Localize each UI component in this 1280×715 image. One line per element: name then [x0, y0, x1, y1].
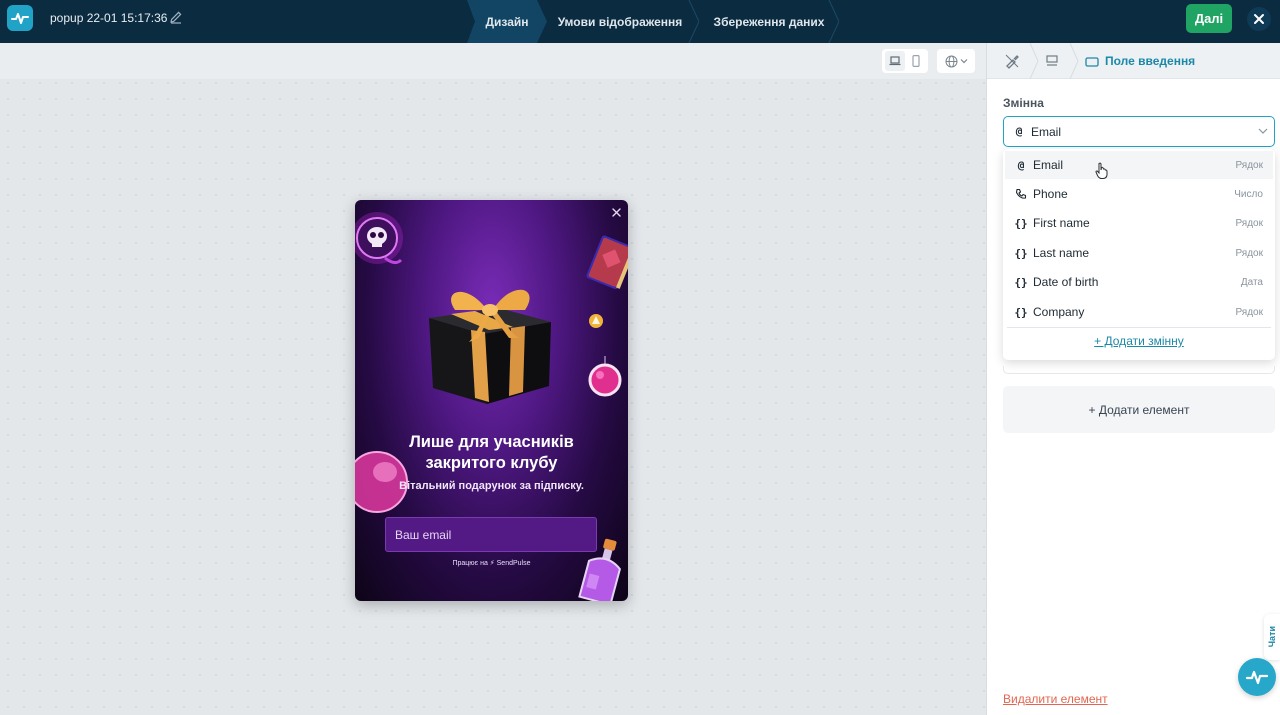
- chats-tab[interactable]: Чати: [1264, 614, 1280, 660]
- popup-heading-line1: Лише для учасників: [409, 433, 574, 451]
- step-display-conditions-label: Умови відображення: [557, 14, 683, 29]
- next-button[interactable]: Далі: [1186, 4, 1232, 33]
- option-label: First name: [1033, 216, 1090, 230]
- step-data-saving-label: Збереження даних: [713, 14, 825, 29]
- canvas-toolbar: [0, 43, 986, 79]
- device-switcher: [882, 49, 928, 73]
- option-email[interactable]: @ Email Рядок: [1005, 151, 1273, 179]
- laptop-icon: [889, 56, 901, 66]
- option-first-name[interactable]: {} First name Рядок: [1005, 209, 1273, 237]
- variable-label: Змінна: [1003, 96, 1044, 110]
- add-element-button[interactable]: + Додати елемент: [1003, 386, 1275, 433]
- popup-heading: Лише для учасників закритого клубу: [375, 432, 608, 474]
- variable-select[interactable]: @ Email: [1003, 116, 1275, 147]
- hand-cursor-icon: [1095, 162, 1108, 179]
- skull-orb-icon: [355, 212, 403, 265]
- option-type: Дата: [1240, 276, 1263, 288]
- option-label: Phone: [1033, 187, 1068, 201]
- option-company[interactable]: {} Company Рядок: [1005, 298, 1273, 326]
- variable-dropdown: @ Email Рядок Phone Число {} First name …: [1003, 149, 1275, 360]
- brush-icon[interactable]: [1004, 53, 1020, 69]
- option-last-name[interactable]: {} Last name Рядок: [1005, 239, 1273, 267]
- language-switcher[interactable]: [937, 49, 975, 73]
- step-display-conditions[interactable]: Умови відображення: [541, 0, 699, 43]
- close-editor-button[interactable]: [1247, 7, 1271, 31]
- popup-close-button[interactable]: [608, 204, 624, 220]
- panel-breadcrumb: Поле введення: [987, 43, 1280, 79]
- pulse-icon: [11, 13, 29, 24]
- add-variable-link[interactable]: + Додати змінну: [1003, 334, 1275, 348]
- at-icon: @: [1017, 158, 1025, 172]
- desktop-view-button[interactable]: [885, 51, 905, 71]
- variable-select-value: Email: [1031, 124, 1062, 139]
- phone-icon: [1014, 187, 1028, 201]
- braces-icon: {}: [1014, 216, 1028, 230]
- panel-title: Поле введення: [1105, 54, 1196, 68]
- popup-heading-line2: закритого клубу: [425, 454, 558, 472]
- hidden-settings-box: [1003, 366, 1275, 374]
- braces-icon: {}: [1014, 305, 1028, 319]
- popup-email-input[interactable]: Ваш email: [385, 517, 597, 552]
- sendpulse-logo[interactable]: [7, 5, 33, 31]
- coin-icon: [589, 314, 603, 328]
- globe-icon: [945, 55, 957, 67]
- option-type: Рядок: [1235, 247, 1263, 259]
- at-icon: @: [1015, 125, 1023, 138]
- option-type: Рядок: [1235, 217, 1263, 229]
- input-field-icon: [1085, 57, 1099, 67]
- option-label: Date of birth: [1033, 275, 1099, 289]
- step-design-label: Дизайн: [485, 14, 529, 29]
- option-type: Число: [1234, 188, 1263, 200]
- form-icon[interactable]: [1044, 53, 1060, 69]
- step-design[interactable]: Дизайн: [467, 0, 547, 43]
- gift-box-icon: [429, 289, 551, 404]
- step-data-saving[interactable]: Збереження даних: [699, 0, 839, 43]
- top-bar: popup 22-01 15:17:36 Дизайн Умови відобр…: [0, 0, 1280, 43]
- mobile-view-button[interactable]: [906, 51, 926, 71]
- popup-subtitle: Вітальний подарунок за підписку.: [399, 480, 584, 492]
- chevron-down-icon: [1258, 128, 1268, 134]
- option-type: Рядок: [1235, 306, 1263, 318]
- pulse-icon: [1246, 670, 1268, 685]
- chat-widget-button[interactable]: [1238, 658, 1276, 696]
- option-phone[interactable]: Phone Число: [1005, 180, 1273, 208]
- braces-icon: {}: [1014, 275, 1028, 289]
- option-label: Company: [1033, 305, 1085, 319]
- spellbook-icon: [586, 235, 628, 290]
- chats-tab-label: Чати: [1267, 626, 1277, 648]
- mobile-icon: [912, 55, 920, 67]
- chevron-down-icon: [960, 59, 967, 64]
- popup-title: popup 22-01 15:17:36: [50, 11, 168, 25]
- option-date-of-birth[interactable]: {} Date of birth Дата: [1005, 268, 1273, 296]
- popup-preview[interactable]: Лише для учасників закритого клубу Вітал…: [355, 200, 628, 601]
- option-label: Email: [1033, 158, 1064, 172]
- pencil-icon[interactable]: [169, 10, 183, 24]
- settings-panel: Поле введення Змінна @ Email @ Email Ряд…: [986, 43, 1280, 715]
- close-icon: [611, 207, 621, 217]
- delete-element-link[interactable]: Видалити елемент: [1003, 692, 1108, 706]
- potion-orb-icon: [588, 356, 622, 397]
- powered-by-label[interactable]: Працює на ⚡ SendPulse: [375, 559, 608, 567]
- option-label: Last name: [1033, 246, 1090, 260]
- braces-icon: {}: [1014, 246, 1028, 260]
- option-type: Рядок: [1235, 159, 1263, 171]
- close-icon: [1254, 14, 1264, 24]
- dropdown-divider: [1007, 327, 1271, 328]
